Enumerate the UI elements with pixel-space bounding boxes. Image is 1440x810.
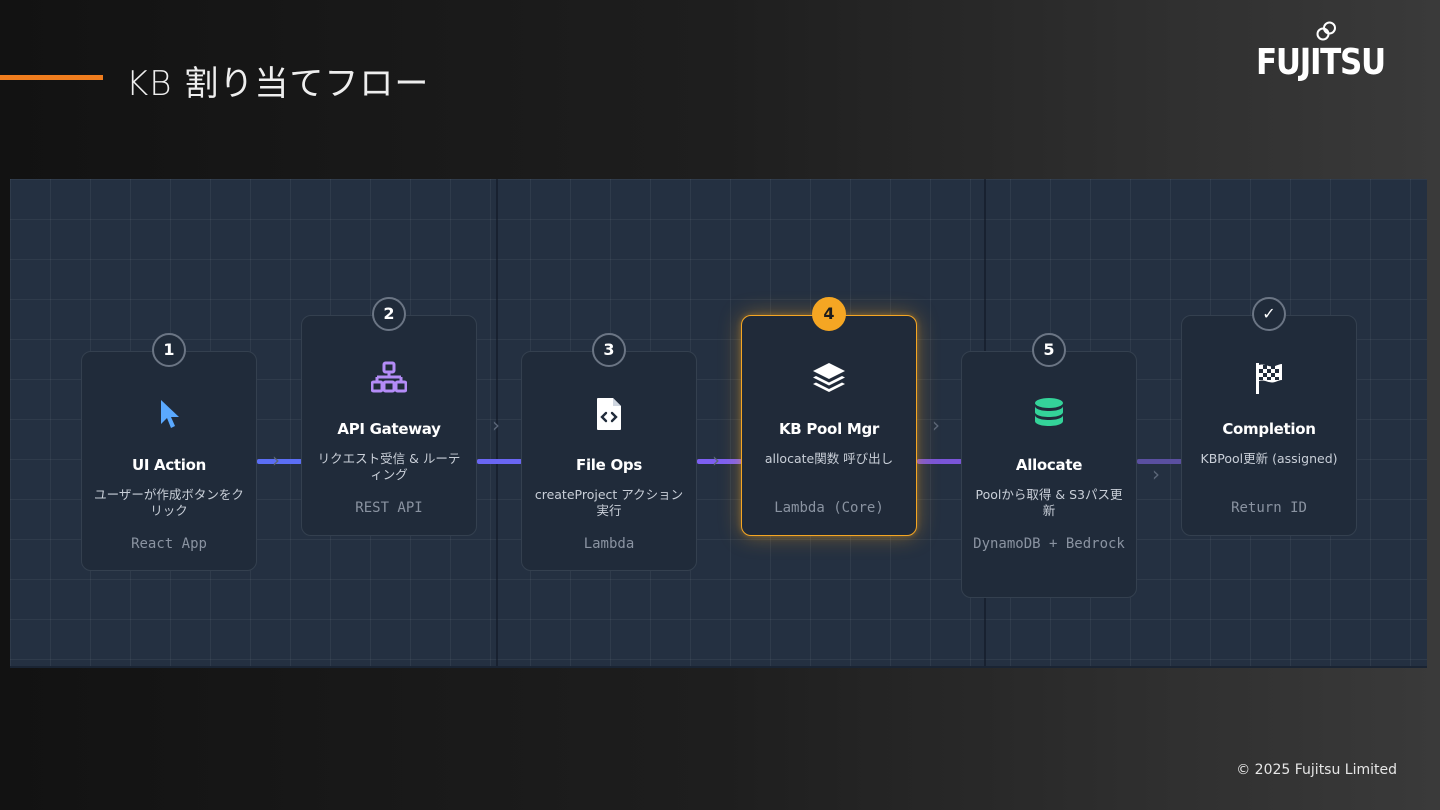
title-accent-bar — [0, 75, 103, 80]
step-card-completion: ✓ Completion KBPool更新 (assigned) Return … — [1181, 297, 1357, 536]
step-description: Poolから取得 & S3パス更新 — [975, 487, 1123, 518]
page-title: KB 割り当てフロー — [126, 64, 430, 104]
step-description: リクエスト受信 & ルーティング — [317, 451, 461, 482]
step-technology: Lambda — [583, 536, 635, 552]
step-description: ユーザーが作成ボタンをクリック — [94, 487, 244, 518]
infinity-rings-icon — [1316, 21, 1336, 41]
step-badge: ✓ — [1252, 297, 1286, 331]
code-file-icon — [597, 398, 621, 430]
step-technology: Lambda (Core) — [774, 500, 884, 516]
network-sitemap-icon — [371, 361, 407, 393]
step-badge: 5 — [1032, 333, 1066, 367]
step-title: API Gateway — [337, 420, 441, 438]
step-title: Completion — [1222, 420, 1316, 438]
step-card-api-gateway: 2 API Gateway リクエスト受信 & ルーティング REST API — [301, 297, 477, 536]
database-icon — [1035, 398, 1063, 426]
step-title: UI Action — [131, 456, 207, 474]
copyright-footer: © 2025 Fujitsu Limited — [1236, 762, 1397, 778]
cursor-pointer-icon — [161, 400, 179, 428]
checkered-flag-icon — [1256, 363, 1282, 394]
step-badge: 3 — [592, 333, 626, 367]
step-description: KBPool更新 (assigned) — [1200, 451, 1338, 466]
step-description: allocate関数 呼び出し — [764, 451, 894, 466]
layers-stack-icon — [813, 363, 845, 392]
step-badge: 4 — [812, 297, 846, 331]
step-technology: React App — [131, 536, 207, 552]
chevron-right-icon: › — [272, 448, 280, 472]
step-title: File Ops — [576, 456, 642, 474]
step-title: KB Pool Mgr — [778, 420, 879, 438]
step-badge: 1 — [152, 333, 186, 367]
step-description: createProject アクション実行 — [534, 487, 684, 518]
chevron-right-icon: › — [1152, 462, 1160, 486]
fujitsu-logo: FUJITSU — [1256, 20, 1396, 90]
chevron-right-icon: › — [712, 448, 720, 472]
connector-4-5 — [917, 459, 962, 464]
flow-diagram-panel: › › › › › 1 UI Action ユーザーが作成ボタンをクリック Re… — [10, 179, 1427, 668]
step-card-file-ops: 3 File Ops createProject アクション実行 Lambda — [521, 333, 697, 571]
step-card-allocate: 5 Allocate Poolから取得 & S3パス更新 DynamoDB + … — [961, 333, 1137, 598]
step-technology: DynamoDB + Bedrock — [973, 536, 1125, 552]
step-badge: 2 — [372, 297, 406, 331]
step-card-ui-action: 1 UI Action ユーザーが作成ボタンをクリック React App — [81, 333, 257, 571]
chevron-right-icon: › — [492, 413, 500, 437]
step-technology: Return ID — [1231, 500, 1307, 516]
step-card-kb-pool-mgr: 4 KB Pool Mgr allocate関数 呼び出し Lambda (Co… — [741, 297, 917, 536]
chevron-right-icon: › — [932, 413, 940, 437]
step-title: Allocate — [1015, 456, 1083, 474]
logo-wordmark: FUJITSU — [1256, 42, 1386, 83]
step-technology: REST API — [355, 500, 423, 516]
connector-2-3 — [477, 459, 522, 464]
